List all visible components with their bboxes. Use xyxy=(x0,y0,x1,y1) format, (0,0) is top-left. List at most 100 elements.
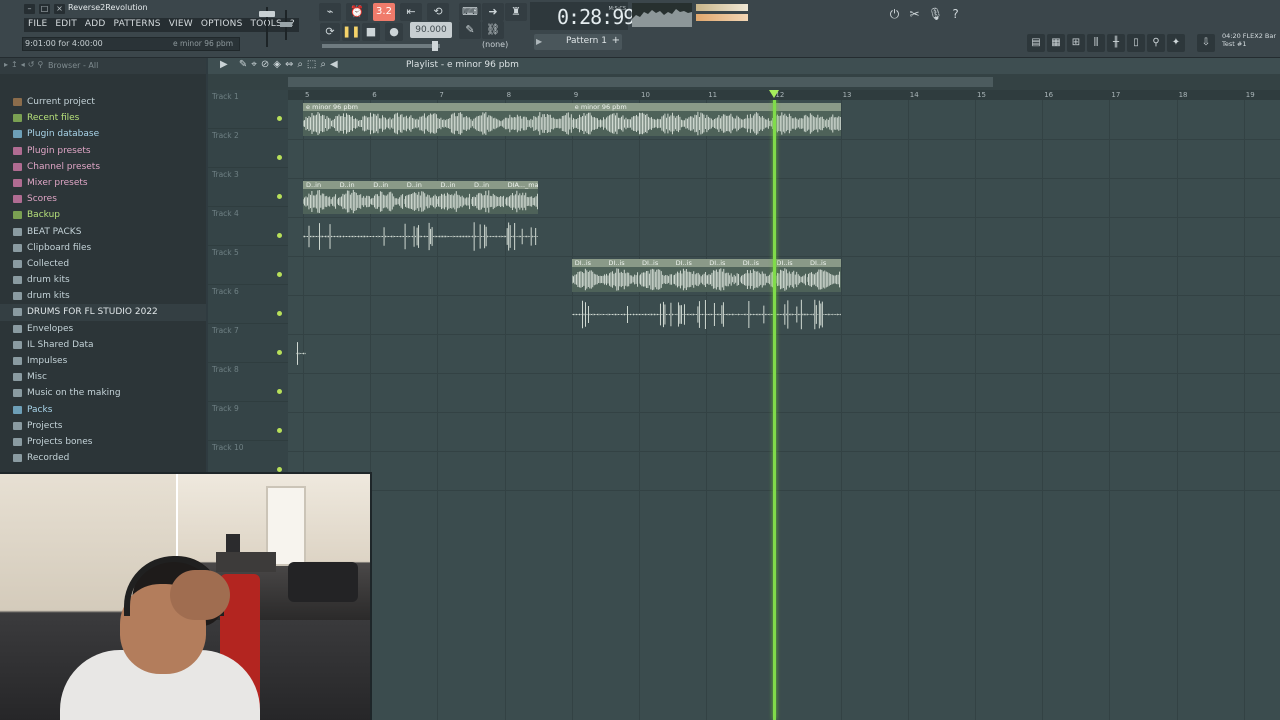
record-icon[interactable]: ● xyxy=(385,23,403,41)
browser-item[interactable]: Clipboard files xyxy=(0,240,206,256)
browser-item[interactable]: Recorded xyxy=(0,450,206,466)
loop-clip[interactable]: DI..is xyxy=(706,259,740,292)
minimize-button[interactable]: – xyxy=(24,4,35,14)
playhead[interactable] xyxy=(773,98,777,720)
track-header-row[interactable]: Track 1 xyxy=(208,90,288,129)
audio-clip-main[interactable]: e minor 96 pbm xyxy=(303,103,572,136)
loop-clip[interactable]: DI..is xyxy=(739,259,774,292)
download-icon[interactable]: ⇩ xyxy=(1197,34,1215,52)
browser-window-icon[interactable]: ▯ xyxy=(1127,34,1145,52)
tempo-display[interactable]: 90.000 xyxy=(410,22,452,38)
loop-clip[interactable]: DI..is xyxy=(639,259,673,292)
browser-item[interactable]: drum kits xyxy=(0,288,206,304)
track-header-row[interactable]: Track 6 xyxy=(208,285,288,324)
track-mute-led[interactable] xyxy=(277,350,282,355)
loop-clip[interactable]: DI..is xyxy=(571,259,606,292)
track-mute-led[interactable] xyxy=(277,428,282,433)
drum-clip[interactable]: D..in xyxy=(336,181,371,214)
browser-item[interactable]: Music on the making xyxy=(0,385,206,401)
track-header-row[interactable]: Track 8 xyxy=(208,363,288,402)
loop-clip[interactable]: DI..is xyxy=(672,259,707,292)
browser-item[interactable]: IL Shared Data xyxy=(0,337,206,353)
audio-clip-main[interactable]: e minor 96 pbm xyxy=(571,103,841,136)
browser-item[interactable]: Impulses xyxy=(0,353,206,369)
playlist-tools[interactable]: ▶ ✎⌖⊘◈⇔⌕⬚⌕◀ xyxy=(220,59,342,70)
playhead-marker[interactable] xyxy=(769,90,780,98)
pattern-selector[interactable]: ▶ Pattern 1 + xyxy=(534,34,622,50)
loop-clip[interactable]: DI..is xyxy=(605,259,639,292)
track-header-row[interactable]: Track 3 xyxy=(208,168,288,207)
power-icon[interactable]: ⏻ xyxy=(886,5,903,23)
master-volume-slider[interactable] xyxy=(256,5,278,49)
channel-rack-icon[interactable]: ⊞ xyxy=(1067,34,1085,52)
hit-clip[interactable] xyxy=(571,298,841,331)
browser-item[interactable]: Backup xyxy=(0,207,206,223)
drum-clip[interactable]: D..in xyxy=(471,181,505,214)
browser-item[interactable]: Mixer presets xyxy=(0,175,206,191)
snap-icon[interactable]: ⌁ xyxy=(319,3,341,21)
blend-notes-icon[interactable]: ⇤ xyxy=(400,3,422,21)
browser-item[interactable]: Recent files xyxy=(0,110,206,126)
browser-item[interactable]: Collected xyxy=(0,256,206,272)
pause-icon[interactable]: ❚❚ xyxy=(342,23,360,41)
main-volume-slider[interactable] xyxy=(322,41,440,51)
wait-for-input-icon[interactable]: ➜ xyxy=(482,3,504,21)
track-header-row[interactable]: Track 7 xyxy=(208,324,288,363)
tools-icon[interactable]: ✦ xyxy=(1167,34,1185,52)
typing-keyboard-icon[interactable]: ⌨ xyxy=(459,3,481,21)
mixer-faders-icon[interactable]: ╫ xyxy=(1107,34,1125,52)
browser-item[interactable]: Current project xyxy=(0,94,206,110)
drum-clip[interactable]: D..in xyxy=(403,181,438,214)
browser-item[interactable]: Plugin presets xyxy=(0,143,206,159)
track-mute-led[interactable] xyxy=(277,155,282,160)
step-edit-icon[interactable]: ✎ xyxy=(459,21,481,39)
loop-record-icon[interactable]: ⟲ xyxy=(427,3,449,21)
scissors-icon[interactable]: ✂ xyxy=(906,5,923,23)
help-icon[interactable]: ? xyxy=(947,5,964,23)
menu-file[interactable]: FILE xyxy=(24,18,51,32)
playlist-scrollbar[interactable] xyxy=(208,74,1280,90)
browser-item[interactable]: Packs xyxy=(0,402,206,418)
browser-item[interactable]: Envelopes xyxy=(0,321,206,337)
browser-item[interactable]: Projects bones xyxy=(0,434,206,450)
pianoroll-window-icon[interactable]: ▦ xyxy=(1047,34,1065,52)
browser-item[interactable]: Plugin database xyxy=(0,126,206,142)
loop-clip[interactable]: DI..is xyxy=(773,259,807,292)
playlist-window-icon[interactable]: ▤ xyxy=(1027,34,1045,52)
close-button[interactable]: × xyxy=(54,4,65,14)
hit-clip[interactable] xyxy=(296,337,306,370)
hit-clip[interactable] xyxy=(303,220,538,253)
track-mute-led[interactable] xyxy=(277,311,282,316)
menu-view[interactable]: VIEW xyxy=(165,18,197,32)
link-icon[interactable]: ⛓ xyxy=(482,21,504,39)
browser-item[interactable]: Channel presets xyxy=(0,159,206,175)
song-time-display[interactable]: 0:28:99 M:S:CS xyxy=(530,2,635,30)
track-mute-led[interactable] xyxy=(277,389,282,394)
maximize-button[interactable]: □ xyxy=(39,4,50,14)
drum-clip[interactable]: DIA..._main xyxy=(504,181,539,214)
pattern-song-toggle[interactable]: ⟳ xyxy=(320,23,340,41)
browser-item[interactable]: Scores xyxy=(0,191,206,207)
metronome-icon[interactable]: ⏰ xyxy=(346,3,368,21)
track-header-row[interactable]: Track 5 xyxy=(208,246,288,285)
browser-item[interactable]: DRUMS FOR FL STUDIO 2022 xyxy=(0,304,206,321)
plugin-icon[interactable]: ⚲ xyxy=(1147,34,1165,52)
menu-add[interactable]: ADD xyxy=(81,18,110,32)
playlist-grid[interactable]: e minor 96 pbm e minor 96 pbm D..in D..in D.… xyxy=(288,90,1280,720)
add-pattern-icon[interactable]: + xyxy=(612,35,620,46)
timeline-ruler[interactable]: 5 6 7 8 9 10 11 12 13 14 15 16 17 18 19 xyxy=(288,90,1280,100)
mixer-icon[interactable]: ⫼ xyxy=(1087,34,1105,52)
menu-options[interactable]: OPTIONS xyxy=(197,18,247,32)
browser-item[interactable]: Projects xyxy=(0,418,206,434)
browser-item[interactable]: Misc xyxy=(0,369,206,385)
master-pitch-slider[interactable] xyxy=(280,10,292,40)
browser-item[interactable]: BEAT PACKS xyxy=(0,224,206,240)
drum-clip[interactable]: D..in xyxy=(437,181,471,214)
snap-select[interactable]: (none) xyxy=(482,40,508,49)
track-header-row[interactable]: Track 9 xyxy=(208,402,288,441)
menu-patterns[interactable]: PATTERNS xyxy=(110,18,165,32)
play-pattern-icon[interactable]: ▶ xyxy=(536,36,546,48)
track-mute-led[interactable] xyxy=(277,116,282,121)
drum-clip[interactable]: D..in xyxy=(303,181,337,214)
track-mute-led[interactable] xyxy=(277,233,282,238)
